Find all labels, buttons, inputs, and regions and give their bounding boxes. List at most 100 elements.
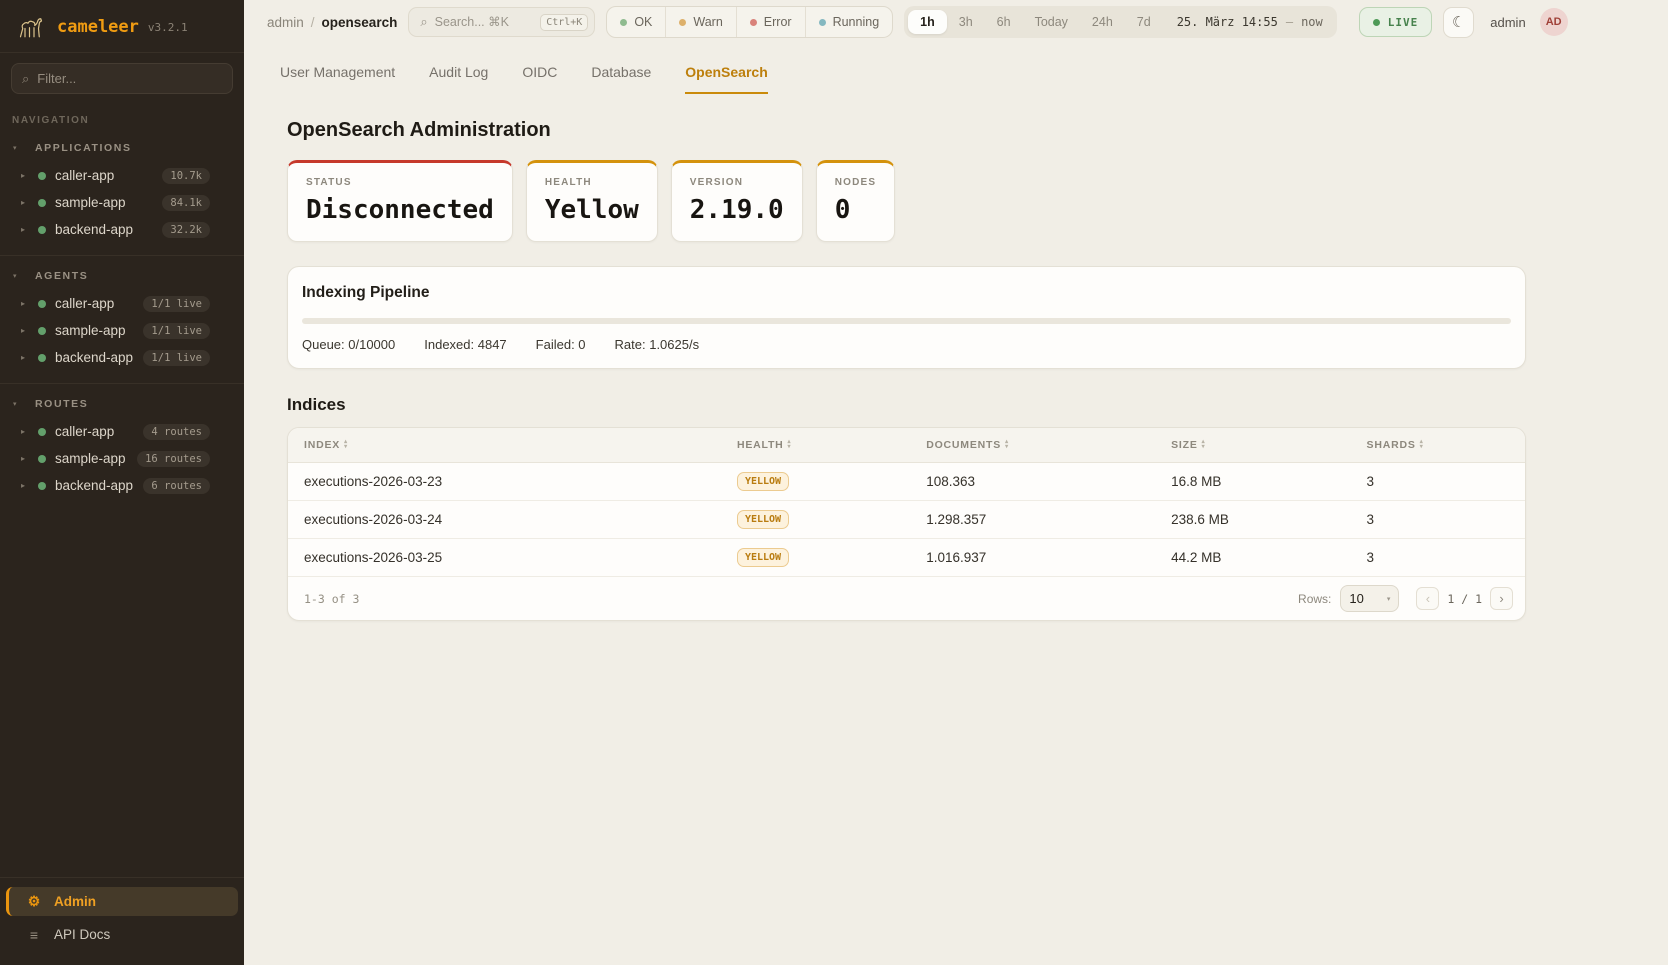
filter-ok[interactable]: OK (607, 7, 665, 37)
tab-database[interactable]: Database (591, 64, 651, 94)
chevron-right-icon[interactable]: ▸ (21, 481, 35, 490)
moon-icon: ☾ (1452, 13, 1465, 31)
time-range-24h[interactable]: 24h (1080, 10, 1125, 34)
global-search[interactable]: ⌕ Ctrl+K (408, 7, 595, 37)
table-row[interactable]: executions-2026-03-23 YELLOW 108.363 16.… (288, 463, 1525, 501)
search-icon: ⌕ (420, 14, 427, 30)
status-dot-icon (38, 172, 46, 180)
pipeline-failed: Failed: 0 (536, 337, 586, 352)
chevron-right-icon[interactable]: ▸ (21, 225, 35, 234)
live-toggle-button[interactable]: LIVE (1359, 7, 1433, 37)
pipeline-stats: Queue: 0/10000 Indexed: 4847 Failed: 0 R… (302, 337, 1511, 352)
time-range-group: 1h 3h 6h Today 24h 7d 25. März 14:55 — n… (904, 6, 1337, 38)
sidebar-item-agent-caller[interactable]: ▸ caller-app 1/1 live (0, 290, 244, 317)
list-icon: ≡ (26, 927, 42, 943)
sidebar-item-route-backend[interactable]: ▸ backend-app 6 routes (0, 472, 244, 499)
app-name: cameleer (57, 17, 139, 37)
content-area: User Management Audit Log OIDC Database … (244, 44, 1668, 965)
sidebar-item-route-caller[interactable]: ▸ caller-app 4 routes (0, 418, 244, 445)
navigation-label: NAVIGATION (0, 98, 244, 128)
rows-per-page-select[interactable]: 10 ▾ (1340, 585, 1399, 612)
health-badge: YELLOW (737, 510, 789, 529)
chevron-right-icon[interactable]: ▸ (21, 353, 35, 362)
documents-cell: 1.016.937 (910, 550, 1155, 565)
app-version: v3.2.1 (148, 21, 188, 34)
status-dot-icon (38, 428, 46, 436)
next-page-button[interactable]: › (1490, 587, 1513, 610)
size-cell: 44.2 MB (1155, 550, 1350, 565)
chevron-right-icon[interactable]: ▸ (21, 171, 35, 180)
column-header-health[interactable]: HEALTH ▴▾ (721, 439, 910, 451)
page-indicator: 1 / 1 (1447, 592, 1482, 606)
app-logo[interactable]: cameleer v3.2.1 (0, 0, 244, 53)
prev-page-button[interactable]: ‹ (1416, 587, 1439, 610)
global-search-input[interactable] (435, 15, 534, 29)
indices-heading: Indices (287, 395, 1526, 415)
column-header-shards[interactable]: SHARDS ▴▾ (1351, 439, 1525, 451)
group-header-routes[interactable]: ▾ ROUTES (0, 394, 244, 418)
filter-warn[interactable]: Warn (665, 7, 735, 37)
breadcrumb-parent[interactable]: admin (267, 15, 304, 30)
column-header-documents[interactable]: DOCUMENTS ▴▾ (910, 439, 1155, 451)
filter-error[interactable]: Error (736, 7, 805, 37)
sidebar-nav: ▾ APPLICATIONS ▸ caller-app 10.7k ▸ samp… (0, 128, 244, 877)
sort-icon: ▴▾ (344, 440, 348, 450)
group-header-agents[interactable]: ▾ AGENTS (0, 266, 244, 290)
index-cell: executions-2026-03-25 (288, 550, 721, 565)
tab-user-management[interactable]: User Management (280, 64, 395, 94)
documents-cell: 1.298.357 (910, 512, 1155, 527)
sort-icon: ▴▾ (788, 440, 792, 450)
shortcut-kbd: Ctrl+K (540, 14, 588, 31)
time-range-6h[interactable]: 6h (985, 10, 1023, 34)
chevron-right-icon[interactable]: ▸ (21, 198, 35, 207)
routes-badge: 6 routes (143, 478, 210, 494)
sidebar-item-api-docs[interactable]: ≡ API Docs (6, 920, 238, 949)
status-dot-icon (38, 226, 46, 234)
avatar[interactable]: AD (1540, 8, 1568, 36)
time-range-today[interactable]: Today (1023, 10, 1080, 34)
chevron-right-icon[interactable]: ▸ (21, 326, 35, 335)
sidebar-item-agent-sample[interactable]: ▸ sample-app 1/1 live (0, 317, 244, 344)
pipeline-queue: Queue: 0/10000 (302, 337, 395, 352)
shards-cell: 3 (1351, 474, 1525, 489)
table-row[interactable]: executions-2026-03-24 YELLOW 1.298.357 2… (288, 501, 1525, 539)
group-header-applications[interactable]: ▾ APPLICATIONS (0, 138, 244, 162)
sidebar-item-app-backend[interactable]: ▸ backend-app 32.2k (0, 216, 244, 243)
sidebar-item-agent-backend[interactable]: ▸ backend-app 1/1 live (0, 344, 244, 371)
sidebar-filter-input[interactable] (37, 71, 222, 86)
filter-running[interactable]: Running (805, 7, 893, 37)
time-range-3h[interactable]: 3h (947, 10, 985, 34)
stat-cards: STATUS Disconnected HEALTH Yellow VERSIO… (287, 160, 1526, 242)
chevron-right-icon[interactable]: ▸ (21, 299, 35, 308)
status-dot-icon (38, 327, 46, 335)
pipeline-progress-bar (302, 318, 1511, 324)
time-range-start[interactable]: 25. März 14:55 (1177, 15, 1278, 29)
pipeline-title: Indexing Pipeline (302, 284, 1511, 302)
chevron-right-icon[interactable]: ▸ (21, 427, 35, 436)
tab-oidc[interactable]: OIDC (522, 64, 557, 94)
tab-audit-log[interactable]: Audit Log (429, 64, 488, 94)
sort-icon: ▴▾ (1202, 440, 1206, 450)
tab-opensearch[interactable]: OpenSearch (685, 64, 767, 94)
column-header-size[interactable]: SIZE ▴▾ (1155, 439, 1350, 451)
health-badge: YELLOW (737, 548, 789, 567)
theme-toggle-button[interactable]: ☾ (1443, 7, 1474, 38)
sort-icon: ▴▾ (1005, 440, 1009, 450)
time-range-1h[interactable]: 1h (908, 10, 947, 34)
time-range-end[interactable]: now (1301, 15, 1323, 29)
sidebar-item-admin[interactable]: ⚙ Admin (6, 887, 238, 916)
table-row[interactable]: executions-2026-03-25 YELLOW 1.016.937 4… (288, 539, 1525, 577)
version-value: 2.19.0 (690, 195, 784, 225)
sidebar-item-app-sample[interactable]: ▸ sample-app 84.1k (0, 189, 244, 216)
chevron-right-icon[interactable]: ▸ (21, 454, 35, 463)
time-range-7d[interactable]: 7d (1125, 10, 1163, 34)
index-cell: executions-2026-03-24 (288, 512, 721, 527)
sidebar-item-app-caller[interactable]: ▸ caller-app 10.7k (0, 162, 244, 189)
column-header-index[interactable]: INDEX ▴▾ (288, 439, 721, 451)
health-badge: YELLOW (737, 472, 789, 491)
sidebar-item-route-sample[interactable]: ▸ sample-app 16 routes (0, 445, 244, 472)
error-dot-icon (750, 19, 757, 26)
pipeline-rate: Rate: 1.0625/s (615, 337, 700, 352)
documents-cell: 108.363 (910, 474, 1155, 489)
breadcrumb: admin / opensearch (267, 15, 397, 30)
